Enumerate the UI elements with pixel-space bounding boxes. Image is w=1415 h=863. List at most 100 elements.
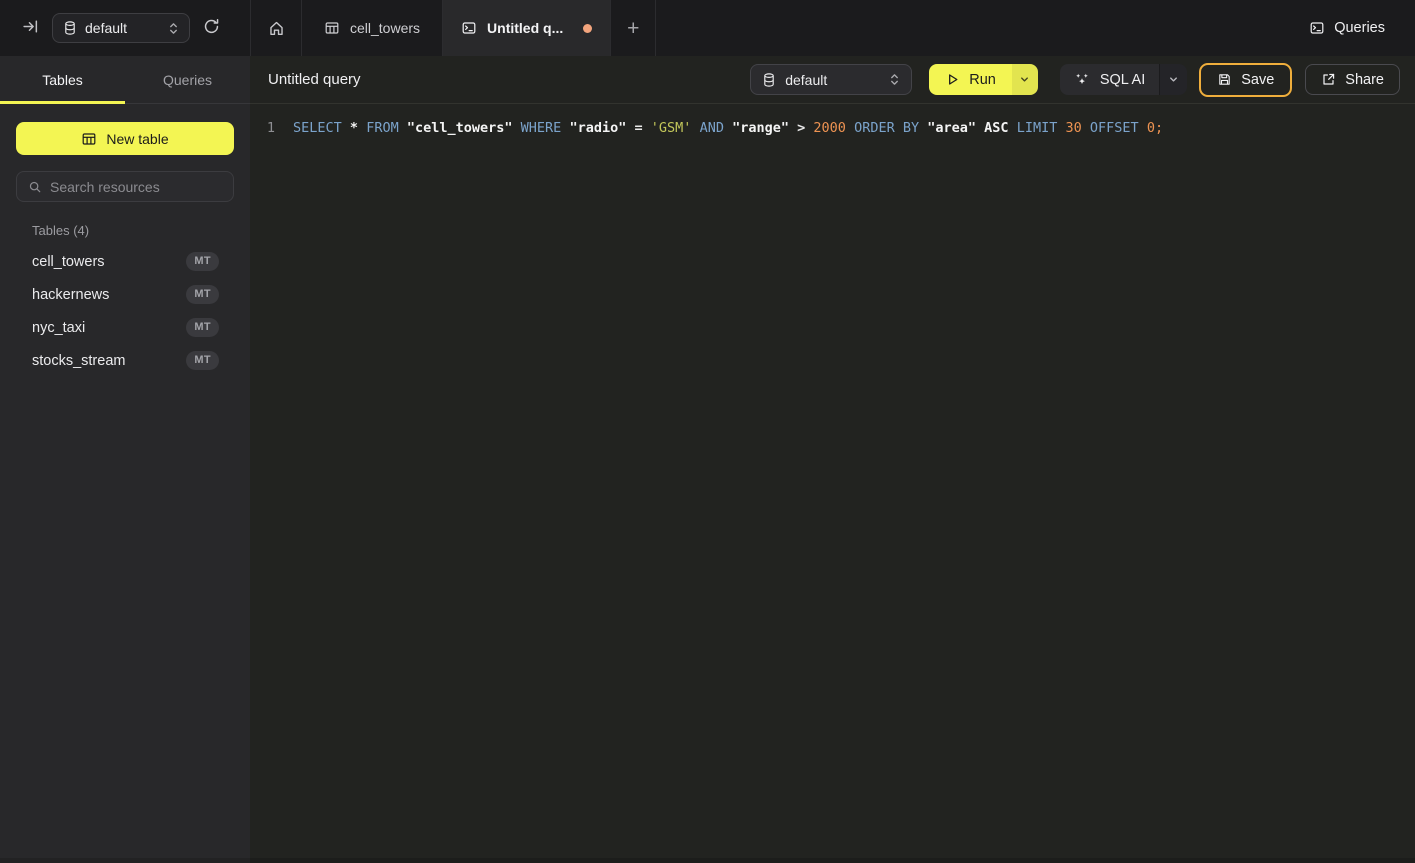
query-icon <box>1309 20 1325 36</box>
sql-token: AND <box>700 120 724 136</box>
table-name: stocks_stream <box>32 353 186 369</box>
share-icon <box>1321 72 1336 87</box>
sql-token: "cell_towers" <box>407 120 513 136</box>
table-row-cell-towers[interactable]: cell_towers MT <box>0 245 250 278</box>
sql-ai-label: SQL AI <box>1100 72 1145 88</box>
query-header: Untitled query default <box>250 56 1415 104</box>
table-row-hackernews[interactable]: hackernews MT <box>0 278 250 311</box>
new-table-label: New table <box>106 131 168 147</box>
queries-button[interactable]: Queries <box>1309 20 1385 36</box>
sql-token: * <box>350 120 358 136</box>
save-icon <box>1217 72 1232 87</box>
main-panel: Untitled query default <box>250 56 1415 863</box>
query-icon <box>461 20 477 36</box>
sql-token: SELECT <box>293 120 342 136</box>
play-icon <box>945 72 960 87</box>
topbar-right: Queries <box>1309 0 1415 56</box>
search-icon <box>28 180 42 194</box>
tab-label: Untitled q... <box>487 20 563 36</box>
table-engine-badge: MT <box>186 351 219 370</box>
queries-button-label: Queries <box>1334 20 1385 36</box>
table-row-stocks-stream[interactable]: stocks_stream MT <box>0 344 250 377</box>
sql-ai-button[interactable]: SQL AI <box>1060 64 1159 95</box>
line-number: 1 <box>265 118 277 138</box>
search-box <box>16 171 234 202</box>
tab-cell-towers[interactable]: cell_towers <box>302 0 443 56</box>
collapse-sidebar-button[interactable] <box>22 18 39 38</box>
sidebar-tab-label: Tables <box>42 72 82 88</box>
sidebar: Tables Queries New table Tables (4) <box>0 56 250 863</box>
tab-untitled-query[interactable]: Untitled q... <box>443 0 611 56</box>
sql-ai-button-group: SQL AI <box>1060 64 1187 95</box>
main-database-selector[interactable]: default <box>750 64 912 95</box>
sql-token: 30 <box>1065 120 1081 136</box>
chevron-updown-icon <box>889 73 900 86</box>
sql-token: 'GSM' <box>651 120 692 136</box>
sidebar-tab-tables[interactable]: Tables <box>0 56 125 103</box>
save-button[interactable]: Save <box>1199 63 1292 97</box>
database-icon <box>762 72 776 88</box>
sidebar-tab-label: Queries <box>163 72 212 88</box>
table-name: hackernews <box>32 287 186 303</box>
sql-token: ASC <box>984 120 1008 136</box>
query-title[interactable]: Untitled query <box>268 71 361 88</box>
database-icon <box>63 20 77 36</box>
new-table-button[interactable]: New table <box>16 122 234 155</box>
query-controls: default Run <box>750 63 1400 97</box>
sql-token: LIMIT <box>1017 120 1058 136</box>
sql-editor[interactable]: 1 SELECT * FROM "cell_towers" WHERE "rad… <box>250 104 1415 138</box>
refresh-icon <box>203 18 220 35</box>
new-tab-button[interactable]: + <box>611 0 656 56</box>
table-engine-badge: MT <box>186 285 219 304</box>
table-icon <box>81 131 97 147</box>
table-engine-badge: MT <box>186 252 219 271</box>
sql-token: "radio" <box>569 120 626 136</box>
table-engine-badge: MT <box>186 318 219 337</box>
table-icon <box>324 20 340 36</box>
chevron-down-icon <box>1019 74 1030 85</box>
sql-token: OFFSET <box>1090 120 1139 136</box>
sql-token: "area" <box>927 120 976 136</box>
unsaved-changes-dot <box>583 24 592 33</box>
run-button-group: Run <box>929 64 1038 95</box>
table-name: cell_towers <box>32 254 186 270</box>
tabstrip: cell_towers Untitled q... + <box>250 0 656 56</box>
run-button-label: Run <box>969 72 996 88</box>
main-database-value: default <box>785 72 827 88</box>
run-options-button[interactable] <box>1012 64 1038 95</box>
chevron-down-icon <box>1168 74 1179 85</box>
sql-token: 0; <box>1147 120 1163 136</box>
table-row-nyc-taxi[interactable]: nyc_taxi MT <box>0 311 250 344</box>
tab-label: cell_towers <box>350 20 420 36</box>
tables-section-title: Tables (4) <box>32 223 250 238</box>
table-name: nyc_taxi <box>32 320 186 336</box>
home-icon <box>268 20 285 37</box>
share-button-label: Share <box>1345 72 1384 88</box>
sql-token: ORDER BY <box>854 120 919 136</box>
refresh-button[interactable] <box>203 18 220 38</box>
sparkles-icon <box>1074 72 1090 88</box>
topbar-left: default <box>0 0 250 56</box>
tab-home[interactable] <box>251 0 302 56</box>
sidebar-tabs: Tables Queries <box>0 56 250 104</box>
topbar-database-selector[interactable]: default <box>52 13 190 43</box>
topbar: default <box>0 0 1415 56</box>
search-input[interactable] <box>50 179 222 195</box>
sql-token: FROM <box>366 120 399 136</box>
chevron-updown-icon <box>168 22 179 35</box>
sql-ai-options-button[interactable] <box>1159 64 1187 95</box>
sidebar-tab-queries[interactable]: Queries <box>125 56 250 103</box>
sql-token: = <box>635 120 643 136</box>
sql-line-tokens: SELECT * FROM "cell_towers" WHERE "radio… <box>293 118 1163 138</box>
tables-list: cell_towers MT hackernews MT nyc_taxi MT… <box>0 245 250 377</box>
sql-token: "range" <box>732 120 789 136</box>
plus-icon: + <box>627 18 639 39</box>
topbar-database-value: default <box>85 20 127 36</box>
sql-token: 2000 <box>813 120 846 136</box>
run-button[interactable]: Run <box>929 64 1012 95</box>
sql-token: > <box>797 120 805 136</box>
sql-token: WHERE <box>521 120 562 136</box>
share-button[interactable]: Share <box>1305 64 1400 95</box>
save-button-label: Save <box>1241 72 1274 88</box>
collapse-sidebar-icon <box>22 18 39 35</box>
